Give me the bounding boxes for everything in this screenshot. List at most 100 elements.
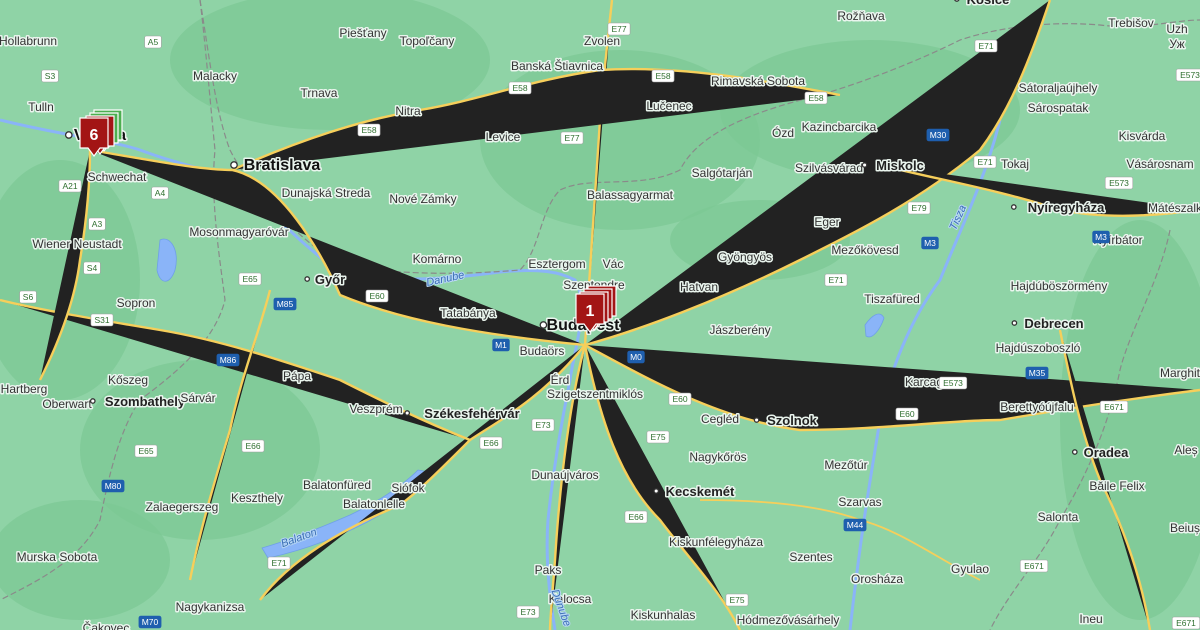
place-label: Kiskunfélegyháza bbox=[669, 535, 763, 549]
road-shield: E73 bbox=[516, 605, 540, 619]
road-shield: M44 bbox=[843, 518, 867, 532]
place-label: Eger bbox=[814, 215, 839, 229]
road-shield-ref: E73 bbox=[535, 420, 550, 430]
place-label: Kazincbarcika bbox=[802, 120, 877, 134]
road-shield-ref: S4 bbox=[87, 263, 98, 273]
place-label: Pápa bbox=[283, 369, 311, 383]
place-label: Bratislava bbox=[244, 157, 321, 174]
place-label: Nyíregyháza bbox=[1028, 200, 1105, 215]
road-shield: E73 bbox=[531, 418, 555, 432]
place-label: Jászberény bbox=[709, 323, 770, 337]
place-label: Nové Zámky bbox=[389, 192, 456, 206]
place-label: Hartberg bbox=[1, 382, 48, 396]
road-shield: A4 bbox=[151, 186, 169, 200]
place-label: Rožňava bbox=[837, 9, 885, 23]
place-label: Mezőtúr bbox=[824, 458, 867, 472]
road-shield-ref: E65 bbox=[242, 274, 257, 284]
place-label: Hajdúszoboszló bbox=[996, 341, 1081, 355]
place-label: Уж bbox=[1169, 37, 1184, 51]
place-label: Szigetszentmiklós bbox=[547, 387, 643, 401]
road-shield: E75 bbox=[725, 593, 749, 607]
road-shield-ref: E671 bbox=[1024, 561, 1044, 571]
road-shield: E66 bbox=[241, 439, 265, 453]
city-dot bbox=[1071, 449, 1078, 455]
city-dot bbox=[861, 162, 868, 168]
road-shield: E77 bbox=[607, 22, 631, 36]
road-shield-ref: S31 bbox=[94, 315, 109, 325]
place-label: Malacky bbox=[193, 69, 237, 83]
place-label: Nitra bbox=[395, 104, 421, 118]
road-shield: S6 bbox=[19, 290, 37, 304]
city-dot bbox=[1011, 320, 1018, 326]
place-label: Sopron bbox=[117, 296, 156, 310]
place-label: Nagykanizsa bbox=[176, 600, 245, 614]
road-shield: E58 bbox=[357, 123, 381, 137]
road-shield-ref: M3 bbox=[1095, 232, 1107, 242]
road-shield-ref: E58 bbox=[361, 125, 376, 135]
place-label: Trnava bbox=[301, 86, 338, 100]
road-shield: E66 bbox=[479, 436, 503, 450]
road-shield-ref: M44 bbox=[847, 520, 864, 530]
road-shield-ref: E60 bbox=[899, 409, 914, 419]
road-shield: M30 bbox=[926, 128, 950, 142]
road-shield-ref: A21 bbox=[62, 181, 77, 191]
road-shield-ref: E77 bbox=[564, 133, 579, 143]
road-shield-ref: E60 bbox=[369, 291, 384, 301]
road-shield-ref: E573 bbox=[943, 378, 963, 388]
road-shield-ref: E75 bbox=[650, 432, 665, 442]
place-label: Ózd bbox=[772, 125, 794, 140]
place-label: Kecskemét bbox=[666, 484, 735, 499]
place-label: Balassagyarmat bbox=[587, 188, 674, 202]
road-shield: E65 bbox=[134, 444, 158, 458]
place-label: Tatabánya bbox=[440, 306, 496, 320]
place-label: Nagykőrös bbox=[689, 450, 746, 464]
place-label: Salonta bbox=[1038, 510, 1079, 524]
road-shield-ref: E66 bbox=[628, 512, 643, 522]
road-shield: E671 bbox=[1019, 559, 1049, 573]
place-label: Kiskunhalas bbox=[631, 608, 696, 622]
place-label: Berettyóújfalu bbox=[1000, 400, 1073, 414]
place-label: Tokaj bbox=[1001, 157, 1029, 171]
place-label: Trebišov bbox=[1108, 16, 1154, 30]
road-shield: E60 bbox=[365, 289, 389, 303]
place-label: Salgótarján bbox=[692, 166, 753, 180]
place-label: Sárospatak bbox=[1028, 101, 1090, 115]
place-label: Szarvas bbox=[838, 495, 881, 509]
road-shield: M35 bbox=[1025, 366, 1049, 380]
place-label: Hollabrunn bbox=[0, 34, 57, 48]
place-label: Miskolc bbox=[876, 158, 924, 173]
road-shield: E60 bbox=[895, 407, 919, 421]
place-label: Cegléd bbox=[701, 412, 739, 426]
road-shield-ref: E573 bbox=[1109, 178, 1129, 188]
city-dot bbox=[539, 321, 548, 329]
place-label: Mosonmagyaróvár bbox=[189, 225, 288, 239]
road-shield: E573 bbox=[1104, 176, 1134, 190]
place-label: Szilvásvárad bbox=[795, 161, 863, 175]
place-label: Piešťany bbox=[339, 26, 386, 40]
place-label: Košice bbox=[967, 0, 1010, 7]
place-label: Gyöngyös bbox=[718, 250, 772, 264]
place-label: Wiener Neustadt bbox=[32, 237, 122, 251]
road-shield-ref: M0 bbox=[630, 352, 642, 362]
place-label: Marghit bbox=[1160, 366, 1200, 380]
road-shield-ref: M86 bbox=[220, 355, 237, 365]
place-label: Zvolen bbox=[584, 34, 620, 48]
place-label: Szolnok bbox=[767, 413, 818, 428]
place-label: Debrecen bbox=[1024, 316, 1083, 331]
place-label: Lučenec bbox=[646, 99, 691, 113]
place-label: Keszthely bbox=[231, 491, 283, 505]
map-view[interactable]: Hollabrunn Malacky Piešťany Topoľčany Banská… bbox=[0, 0, 1200, 630]
place-label: Aleș bbox=[1174, 443, 1197, 457]
place-label: Szombathely bbox=[105, 394, 186, 409]
place-label: Beiuș bbox=[1170, 521, 1200, 535]
road-shield-ref: E60 bbox=[672, 394, 687, 404]
road-shield-ref: E77 bbox=[611, 24, 626, 34]
place-label: Komárno bbox=[413, 252, 462, 266]
road-shield-ref: S6 bbox=[23, 292, 34, 302]
place-label: Ineu bbox=[1079, 612, 1102, 626]
city-dot bbox=[64, 131, 73, 139]
road-shield-ref: M80 bbox=[105, 481, 122, 491]
place-label: Rimavská Sobota bbox=[711, 74, 805, 88]
map-canvas[interactable]: Hollabrunn Malacky Piešťany Topoľčany Banská… bbox=[0, 0, 1200, 630]
place-label: Hatvan bbox=[680, 280, 718, 294]
